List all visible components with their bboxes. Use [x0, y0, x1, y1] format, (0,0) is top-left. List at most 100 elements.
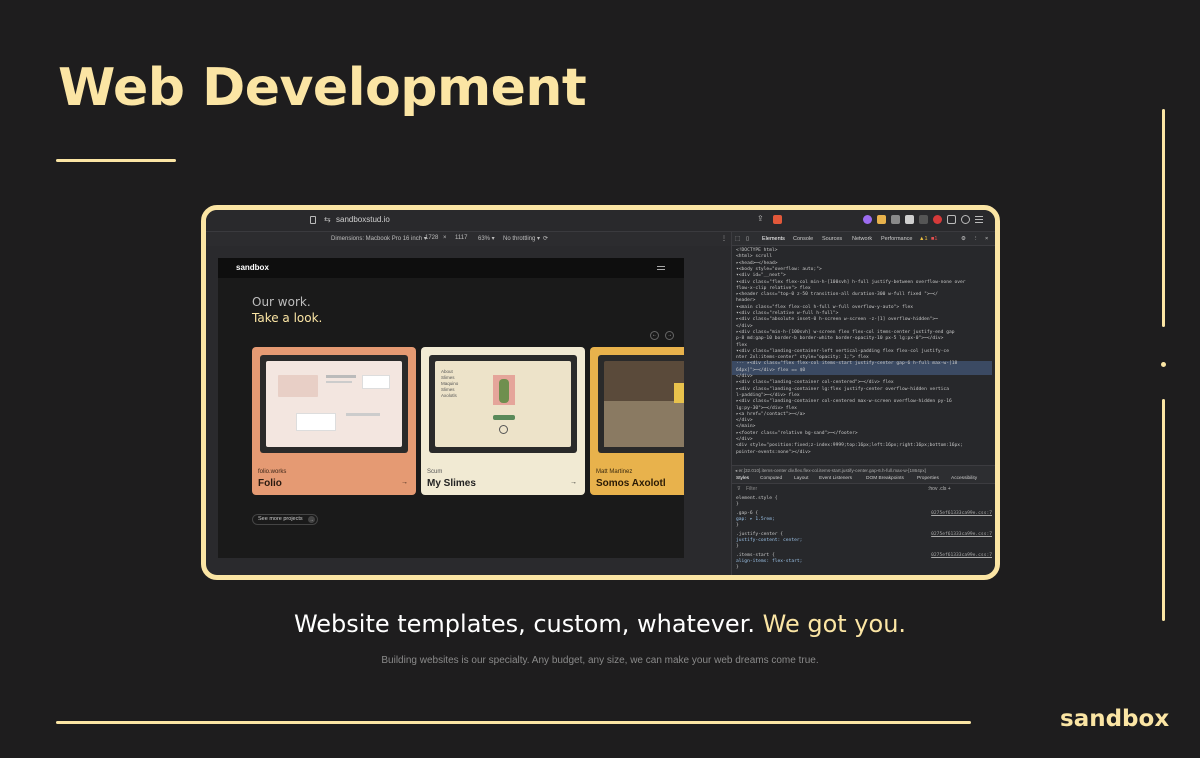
css-rule-selector[interactable]: .items-start {: [736, 553, 775, 558]
dom-node-line[interactable]: 64px]">⋯</div> flex == $0: [732, 367, 992, 375]
tab-elements[interactable]: Elements: [762, 236, 785, 242]
address-bar[interactable]: sandboxstud.io: [336, 215, 390, 224]
arrow-right-icon[interactable]: →: [570, 479, 577, 486]
site-header: sandbox: [218, 258, 684, 278]
website-viewport: sandbox Our work. Take a look. ← → folio…: [218, 258, 684, 558]
project-thumbnail: [598, 355, 684, 453]
device-width[interactable]: 1728: [425, 235, 438, 241]
css-rule-selector[interactable]: .gap-6 {: [736, 511, 758, 516]
more-options-icon[interactable]: ⋮: [721, 235, 727, 242]
device-toolbar: Dimensions: Macbook Pro 16 inch ▾ 1728 ×…: [206, 232, 731, 246]
project-owner: folio.works: [258, 469, 287, 475]
throttle-select[interactable]: No throttling ▾: [503, 235, 540, 242]
project-preview: [604, 361, 684, 447]
dom-node-line[interactable]: pointer-events:none"></div>: [736, 450, 811, 457]
project-card-folio[interactable]: folio.works Folio →: [252, 347, 416, 495]
css-rule-source-link[interactable]: 0275ef61333ca99e.css:7: [931, 532, 992, 537]
project-thumbnail: About Slimes Maquino Slimes Axolotls: [429, 355, 577, 453]
project-card-my-slimes[interactable]: About Slimes Maquino Slimes Axolotls Scum My…: [421, 347, 585, 495]
extensions-puzzle-icon[interactable]: [947, 215, 956, 224]
bottom-rule: [56, 721, 971, 724]
devtools-panel: ⬚ ▯ Elements Console Sources Network Per…: [731, 232, 995, 575]
brave-shield-icon[interactable]: [773, 215, 782, 224]
profile-icon[interactable]: [961, 215, 970, 224]
project-owner: Matt Martinez: [596, 469, 633, 475]
css-rules: element.style {} .gap-6 { 0275ef61333ca99e…: [732, 494, 995, 575]
project-name: Somos Axolotl: [596, 478, 666, 489]
device-select[interactable]: Dimensions: Macbook Pro 16 inch ▾: [331, 235, 427, 242]
project-card-somos-axolotl[interactable]: Matt Martinez Somos Axolotl: [590, 347, 684, 495]
css-declaration[interactable]: gap: ▸ 1.5rem;: [736, 517, 775, 522]
hamburger-menu-icon[interactable]: [975, 216, 983, 217]
project-name: My Slimes: [427, 478, 476, 489]
css-declaration[interactable]: align-items: flex-start;: [736, 559, 802, 564]
subtab-layout[interactable]: Layout: [794, 476, 808, 481]
browser-screenshot-frame: ⇆ sandboxstud.io ⇪ Dimensions: Macbook P…: [201, 205, 1000, 580]
extension-icon-5[interactable]: [919, 215, 928, 224]
rotate-icon[interactable]: ⟳: [543, 235, 548, 242]
tagline-accent: We got you.: [762, 610, 907, 638]
styles-filter-input[interactable]: Filter: [746, 486, 757, 492]
css-rule-source-link[interactable]: 0275ef61333ca99e.css:7: [931, 553, 992, 558]
subtab-styles[interactable]: Styles: [736, 476, 749, 481]
dom-node-line[interactable]: ▸<header class="top-0 z-50 transition-al…: [736, 292, 938, 299]
decorative-dot: [1161, 362, 1166, 367]
subtab-properties[interactable]: Properties: [917, 476, 939, 481]
title-underline: [56, 159, 176, 162]
tab-network[interactable]: Network: [852, 236, 872, 242]
carousel-prev-button[interactable]: ←: [650, 331, 659, 340]
project-thumbnail: [260, 355, 408, 453]
see-more-projects-button[interactable]: See more projects →: [252, 514, 318, 525]
carousel-next-button[interactable]: →: [665, 331, 674, 340]
extension-icon-4[interactable]: [905, 215, 914, 224]
styles-filter-bar: ⊽ Filter :hov .cls +: [732, 484, 995, 494]
device-height[interactable]: 1117: [455, 235, 467, 241]
more-options-icon[interactable]: ⋮: [973, 236, 979, 242]
project-owner: Scum: [427, 469, 443, 475]
dom-node-line[interactable]: ▸<div class="absolute inset-0 h-screen w…: [736, 317, 938, 324]
settings-gear-icon[interactable]: ⚙: [961, 236, 966, 242]
device-toggle-icon[interactable]: ▯: [746, 236, 749, 242]
tab-console[interactable]: Console: [793, 236, 813, 242]
css-rule-selector[interactable]: .justify-center {: [736, 532, 783, 537]
project-name: Folio: [258, 478, 282, 489]
tab-sources[interactable]: Sources: [822, 236, 842, 242]
extension-icon-3[interactable]: [891, 215, 900, 224]
filter-tools[interactable]: :hov .cls +: [928, 486, 951, 492]
css-rule-close: }: [736, 565, 739, 570]
site-settings-icon[interactable]: ⇆: [324, 215, 331, 224]
devtools-tabs: ⬚ ▯ Elements Console Sources Network Per…: [732, 232, 995, 246]
css-rule-selector[interactable]: element.style {: [736, 496, 778, 501]
styles-subtabs: Styles Computed Layout Event Listeners D…: [732, 474, 995, 484]
brand-logo: sandbox: [1060, 706, 1170, 732]
arrow-right-icon[interactable]: →: [401, 479, 408, 486]
css-rule-source-link[interactable]: 0275ef61333ca99e.css:7: [931, 511, 992, 516]
extension-icon-1[interactable]: [863, 215, 872, 224]
inspect-icon[interactable]: ⬚: [735, 236, 740, 242]
subtab-event-listeners[interactable]: Event Listeners: [819, 476, 852, 481]
dom-tree: <!DOCTYPE html> <html> scroll ▸<head>⋯</h…: [732, 246, 995, 465]
site-logo[interactable]: sandbox: [236, 263, 269, 272]
dimension-separator: ×: [443, 235, 447, 241]
bookmark-icon[interactable]: [310, 216, 316, 224]
site-menu-icon[interactable]: [657, 266, 665, 267]
zoom-select[interactable]: 63% ▾: [478, 235, 495, 242]
extension-icon-6[interactable]: [933, 215, 942, 224]
share-icon[interactable]: ⇪: [757, 214, 764, 223]
subtab-dom-breakpoints[interactable]: DOM Breakpoints: [866, 476, 904, 481]
extension-icon-2[interactable]: [877, 215, 886, 224]
dom-node-line[interactable]: p-8 md:gap-10 border-b border-white bord…: [736, 336, 943, 343]
dom-node-line[interactable]: ▸<footer class="relative bg-sand">⋯</foo…: [736, 431, 858, 438]
error-count[interactable]: ■1: [931, 236, 937, 242]
tagline-main: Website templates, custom, whatever.: [293, 610, 755, 638]
page-title: Web Development: [58, 58, 587, 118]
warning-count[interactable]: ▲1: [919, 236, 928, 242]
tagline: Website templates, custom, whatever. We …: [0, 610, 1200, 638]
browser-toolbar: ⇆ sandboxstud.io ⇪: [206, 210, 995, 232]
css-rule-close: }: [736, 523, 739, 528]
tab-performance[interactable]: Performance: [881, 236, 913, 242]
subtab-accessibility[interactable]: Accessibility: [951, 476, 977, 481]
close-icon[interactable]: ×: [985, 236, 988, 242]
subtab-computed[interactable]: Computed: [760, 476, 782, 481]
css-declaration[interactable]: justify-content: center;: [736, 538, 802, 543]
